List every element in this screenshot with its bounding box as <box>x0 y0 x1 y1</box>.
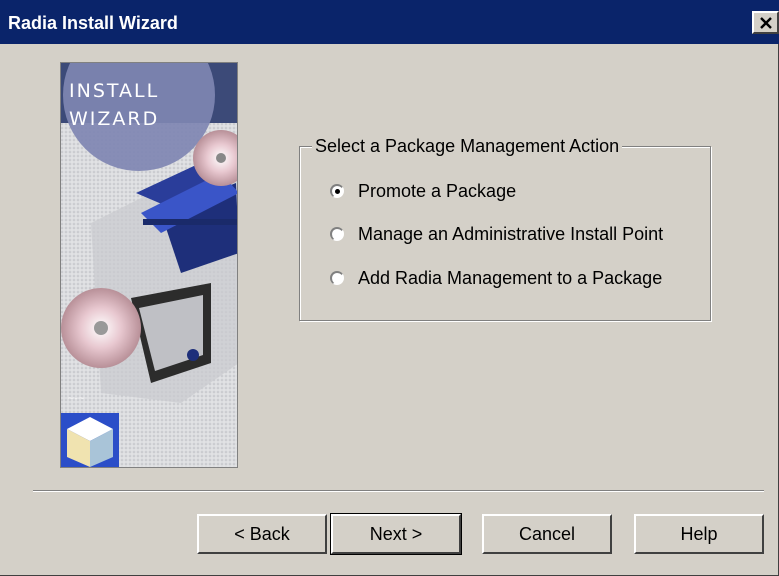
radio-label: Add Radia Management to a Package <box>358 267 663 288</box>
wizard-heading-line2: WIZARD <box>69 108 159 130</box>
radio-add-radia-management[interactable]: Add Radia Management to a Package <box>330 266 662 290</box>
wizard-heading-line1: INSTALL <box>69 80 159 102</box>
svg-text:~-~: ~-~ <box>67 394 85 404</box>
cancel-button[interactable]: Cancel <box>482 514 612 554</box>
radio-button[interactable] <box>330 227 344 241</box>
package-action-group: Select a Package Management Action Promo… <box>299 136 711 321</box>
close-button[interactable] <box>752 11 779 34</box>
radio-label: Manage an Administrative Install Point <box>358 223 664 244</box>
close-icon <box>760 17 772 29</box>
radio-promote-package[interactable]: Promote a Package <box>330 179 516 203</box>
window-title: Radia Install Wizard <box>8 13 178 33</box>
next-button[interactable]: Next > <box>330 513 462 555</box>
radio-button[interactable] <box>330 271 344 285</box>
install-wizard-graphic: ~-~ INSTALL WIZARD <box>60 62 238 468</box>
radio-label: Promote a Package <box>358 180 517 201</box>
back-button[interactable]: < Back <box>197 514 327 554</box>
separator <box>33 490 764 492</box>
radio-manage-admin-install-point[interactable]: Manage an Administrative Install Point <box>330 222 663 246</box>
title-bar[interactable]: Radia Install Wizard <box>0 0 779 44</box>
wizard-window: Radia Install Wizard ~-~ INSTALL WIZARD … <box>0 0 779 576</box>
radio-button-selected[interactable] <box>330 184 344 198</box>
group-legend: Select a Package Management Action <box>312 136 623 157</box>
help-button[interactable]: Help <box>634 514 764 554</box>
